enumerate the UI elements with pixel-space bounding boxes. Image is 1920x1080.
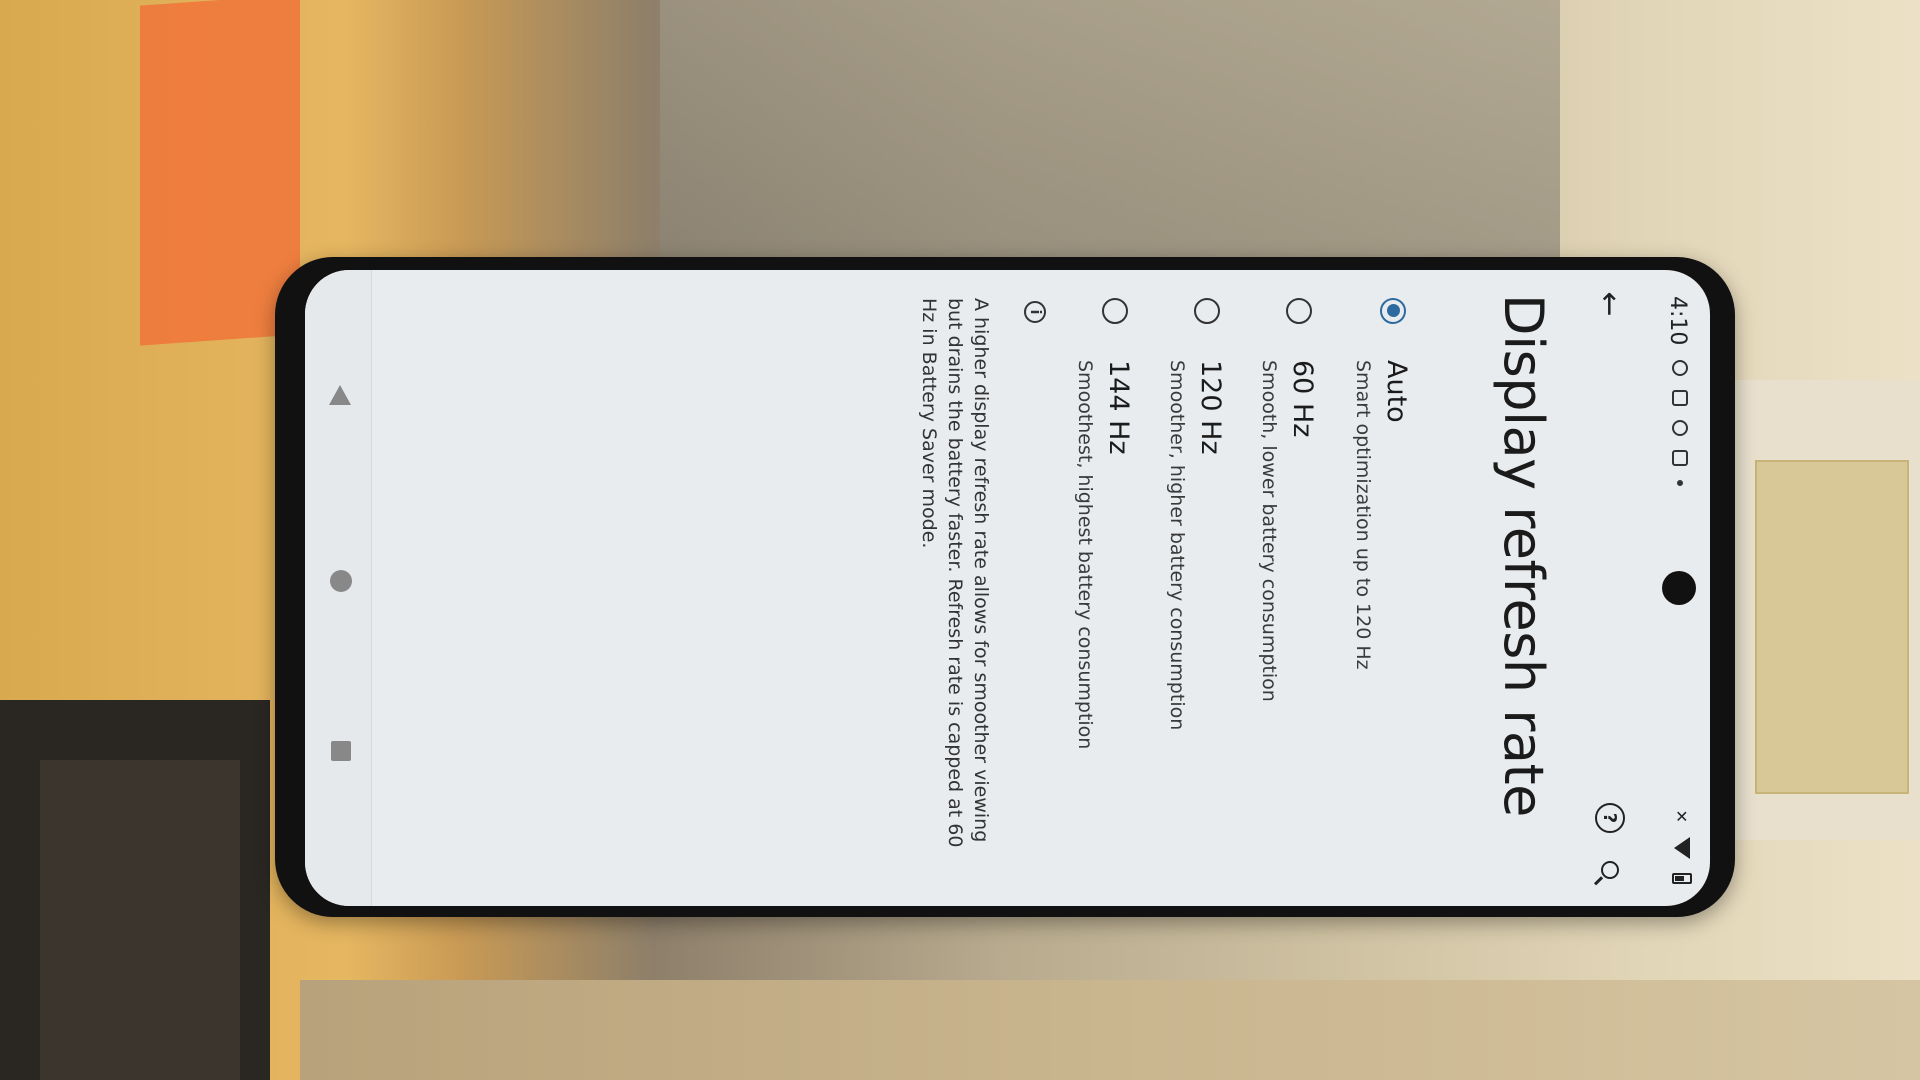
background-warning-label: [1755, 460, 1909, 794]
option-subtitle: Smoothest, highest battery consumption: [1074, 360, 1096, 750]
option-subtitle: Smart optimization up to 120 Hz: [1352, 360, 1374, 670]
nav-home-icon[interactable]: [330, 570, 352, 592]
status-bar: 4:10 ✕: [1650, 270, 1710, 906]
option-auto[interactable]: Auto Smart optimization up to 120 Hz: [1334, 270, 1418, 906]
status-time: 4:10: [1665, 296, 1690, 346]
option-120hz[interactable]: 120 Hz Smoother, higher battery consumpt…: [1148, 270, 1232, 906]
settings-page: 4:10 ✕ ← ? Display refresh rate Auto Sma…: [305, 270, 1710, 906]
info-text: A higher display refresh rate allows for…: [918, 298, 992, 848]
status-right-icons: ✕: [1672, 810, 1692, 884]
status-dot-icon: [1677, 480, 1683, 486]
option-60hz[interactable]: 60 Hz Smooth, lower battery consumption: [1240, 270, 1324, 906]
background-orange-object: [140, 0, 300, 346]
phone-screen: 4:10 ✕ ← ? Display refresh rate Auto Sma…: [305, 270, 1710, 906]
status-battery-saver-icon: [1672, 450, 1688, 466]
background-window: [660, 0, 1560, 260]
radio-120hz-icon[interactable]: [1194, 298, 1220, 324]
info-icon: i: [1024, 301, 1046, 323]
option-144hz[interactable]: 144 Hz Smoothest, highest battery consum…: [1056, 270, 1140, 906]
radio-auto-icon[interactable]: [1380, 298, 1406, 324]
arrow-back-icon[interactable]: ←: [1588, 282, 1632, 326]
navigation-bar: [305, 270, 372, 906]
status-shield-icon: [1672, 420, 1688, 436]
front-camera: [1662, 571, 1696, 605]
search-glass-icon: [1601, 861, 1619, 879]
wifi-icon: [1674, 837, 1690, 859]
radio-144hz-icon[interactable]: [1102, 298, 1128, 324]
help-icon[interactable]: ?: [1588, 796, 1632, 840]
nav-recents-icon[interactable]: [331, 741, 351, 761]
app-bar: ← ?: [1580, 270, 1640, 906]
status-image-icon: [1672, 390, 1688, 406]
option-subtitle: Smooth, lower battery consumption: [1258, 360, 1280, 702]
background-robot-arm: [300, 980, 1920, 1080]
search-icon[interactable]: [1588, 848, 1632, 892]
no-signal-icon: ✕: [1672, 809, 1692, 823]
status-circle-icon: [1672, 360, 1688, 376]
battery-icon: [1672, 873, 1692, 884]
status-icons: [1672, 360, 1688, 486]
nav-back-icon[interactable]: [329, 385, 351, 405]
option-label: 144 Hz: [1103, 360, 1134, 455]
option-label: Auto: [1381, 360, 1412, 423]
help-circle-icon: ?: [1595, 803, 1625, 833]
background-dark-block-inner: [40, 760, 240, 1080]
radio-60hz-icon[interactable]: [1286, 298, 1312, 324]
option-subtitle: Smoother, higher battery consumption: [1166, 360, 1188, 731]
page-title: Display refresh rate: [1492, 294, 1555, 817]
option-label: 120 Hz: [1195, 360, 1226, 455]
option-label: 60 Hz: [1287, 360, 1318, 438]
